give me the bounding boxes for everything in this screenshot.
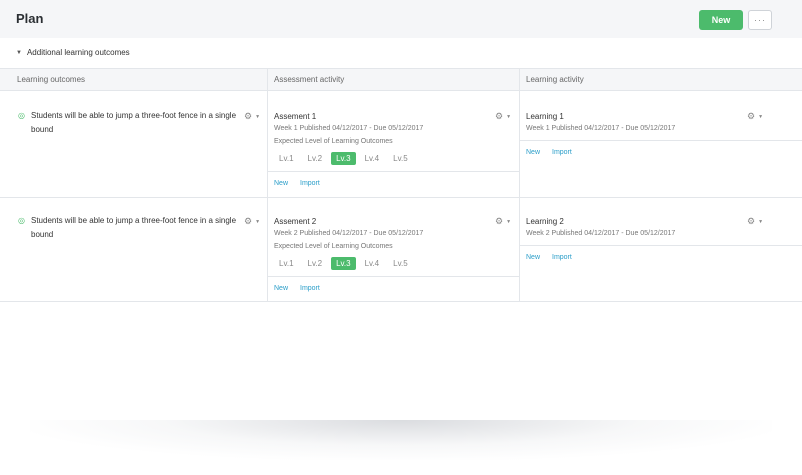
cell-divider	[520, 140, 802, 141]
cell-divider	[268, 171, 519, 172]
table-header: Learning outcomes Assessment activity Le…	[0, 68, 802, 91]
target-icon: ◎	[18, 216, 25, 225]
column-header-learning-outcomes: Learning outcomes	[17, 75, 86, 84]
level-option-selected[interactable]: Lv.3	[331, 152, 356, 165]
assessment-meta: Week 1 Published 04/12/2017 - Due 05/12/…	[274, 125, 424, 132]
level-option[interactable]: Lv.5	[388, 257, 413, 270]
learning-new-link[interactable]: New	[526, 149, 540, 156]
outcome-settings-button[interactable]: ⚙ ▼	[244, 216, 260, 227]
learning-outcome-item: ◎ Students will be able to jump a three-…	[18, 109, 243, 137]
column-header-assessment-activity: Assessment activity	[274, 75, 345, 84]
caret-down-icon: ▼	[506, 113, 512, 120]
caret-down-icon: ▼	[506, 218, 512, 225]
expected-level-label: Expected Level of Learning Outcomes	[274, 138, 393, 145]
assessment-title[interactable]: Assement 2	[274, 217, 316, 226]
page-title: Plan	[16, 11, 44, 26]
target-icon: ◎	[18, 111, 25, 120]
card-shadow	[30, 420, 772, 460]
gear-icon: ⚙	[244, 111, 253, 121]
assessment-new-link[interactable]: New	[274, 285, 288, 292]
gear-icon: ⚙	[244, 216, 253, 226]
caret-down-icon: ▼	[255, 218, 261, 225]
cell-divider	[268, 276, 519, 277]
expected-level-label: Expected Level of Learning Outcomes	[274, 243, 393, 250]
level-option-selected[interactable]: Lv.3	[331, 257, 356, 270]
more-options-button[interactable]: ···	[748, 10, 772, 30]
learning-settings-button[interactable]: ⚙ ▼	[747, 216, 763, 227]
learning-title[interactable]: Learning 2	[526, 217, 564, 226]
learning-meta: Week 2 Published 04/12/2017 - Due 05/12/…	[526, 230, 676, 237]
row-divider	[0, 197, 802, 198]
level-option[interactable]: Lv.4	[360, 152, 385, 165]
level-option[interactable]: Lv.4	[360, 257, 385, 270]
level-selector: Lv.1 Lv.2 Lv.3 Lv.4 Lv.5	[274, 152, 413, 165]
learning-new-link[interactable]: New	[526, 254, 540, 261]
plan-page: Plan New ··· ▼ Additional learning outco…	[0, 0, 802, 475]
level-option[interactable]: Lv.5	[388, 152, 413, 165]
page-header: Plan New ···	[0, 0, 802, 38]
caret-down-icon: ▼	[255, 113, 261, 120]
additional-outcomes-toggle[interactable]: ▼ Additional learning outcomes	[16, 48, 130, 57]
additional-outcomes-label: Additional learning outcomes	[26, 48, 130, 57]
gear-icon: ⚙	[747, 111, 756, 121]
assessment-title[interactable]: Assement 1	[274, 112, 316, 121]
cell-divider	[520, 245, 802, 246]
level-option[interactable]: Lv.1	[274, 257, 299, 270]
caret-down-icon: ▼	[758, 113, 764, 120]
level-option[interactable]: Lv.1	[274, 152, 299, 165]
gear-icon: ⚙	[495, 111, 504, 121]
level-option[interactable]: Lv.2	[303, 152, 328, 165]
column-divider	[519, 68, 520, 302]
assessment-new-link[interactable]: New	[274, 180, 288, 187]
new-button[interactable]: New	[699, 10, 743, 30]
level-option[interactable]: Lv.2	[303, 257, 328, 270]
outcome-settings-button[interactable]: ⚙ ▼	[244, 111, 260, 122]
gear-icon: ⚙	[495, 216, 504, 226]
learning-settings-button[interactable]: ⚙ ▼	[747, 111, 763, 122]
assessment-meta: Week 2 Published 04/12/2017 - Due 05/12/…	[274, 230, 424, 237]
learning-import-link[interactable]: Import	[552, 149, 572, 156]
column-header-learning-activity: Learning activity	[526, 75, 584, 84]
gear-icon: ⚙	[747, 216, 756, 226]
column-divider	[267, 68, 268, 302]
learning-outcome-text: Students will be able to jump a three-fo…	[31, 111, 237, 134]
level-selector: Lv.1 Lv.2 Lv.3 Lv.4 Lv.5	[274, 257, 413, 270]
learning-outcome-item: ◎ Students will be able to jump a three-…	[18, 214, 243, 242]
assessment-settings-button[interactable]: ⚙ ▼	[495, 111, 511, 122]
assessment-import-link[interactable]: Import	[300, 285, 320, 292]
learning-meta: Week 1 Published 04/12/2017 - Due 05/12/…	[526, 125, 676, 132]
learning-outcome-text: Students will be able to jump a three-fo…	[31, 216, 237, 239]
caret-down-icon: ▼	[16, 49, 22, 56]
learning-title[interactable]: Learning 1	[526, 112, 564, 121]
assessment-import-link[interactable]: Import	[300, 180, 320, 187]
row-divider	[0, 301, 802, 302]
assessment-settings-button[interactable]: ⚙ ▼	[495, 216, 511, 227]
learning-import-link[interactable]: Import	[552, 254, 572, 261]
caret-down-icon: ▼	[758, 218, 764, 225]
